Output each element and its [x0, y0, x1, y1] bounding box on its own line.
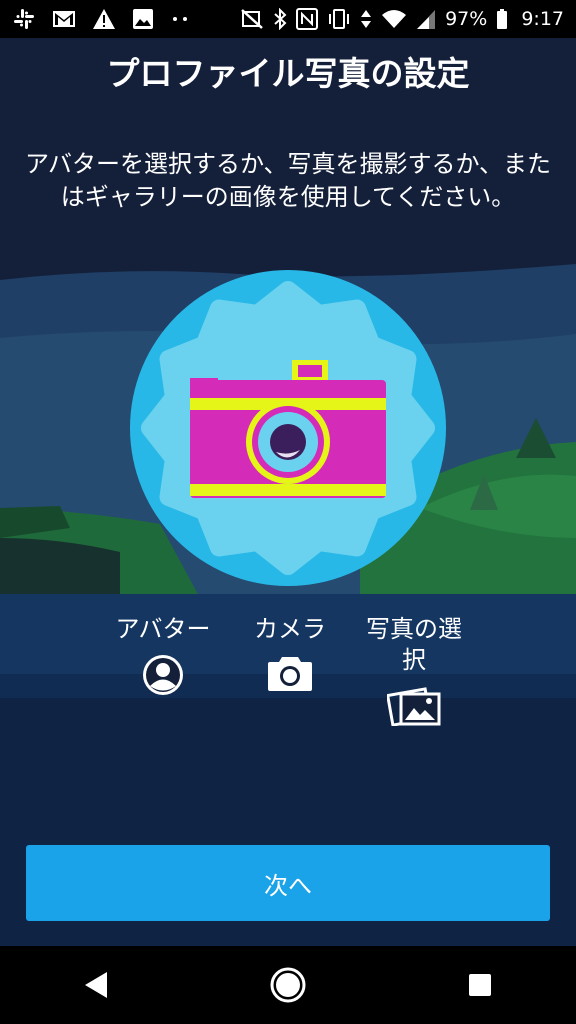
- gallery-option[interactable]: 写真の選択: [354, 614, 474, 726]
- camera-option[interactable]: カメラ: [242, 614, 338, 693]
- battery-icon: [496, 8, 508, 30]
- camera-option-label: カメラ: [254, 615, 326, 643]
- account-circle-icon: [143, 655, 183, 695]
- gallery-option-label: 写真の選択: [366, 615, 462, 674]
- home-icon: [270, 967, 306, 1003]
- clock-time: 9:17: [521, 8, 564, 30]
- photo-library-icon: [387, 687, 441, 726]
- cell-signal-icon: [416, 8, 436, 30]
- back-button[interactable]: [56, 946, 136, 1024]
- battery-percent: 97%: [445, 8, 488, 30]
- wifi-icon: [381, 8, 407, 30]
- page-subtitle: アバターを選択するか、写真を撮影するか、またはギャラリーの画像を使用してください…: [24, 150, 552, 211]
- status-bar: 97% 9:17: [0, 0, 576, 38]
- data-arrows-icon: [360, 8, 372, 30]
- warning-icon: [92, 8, 116, 30]
- gmail-icon: [52, 9, 76, 29]
- avatar-option-label: アバター: [115, 615, 211, 643]
- camera-illustration: [130, 270, 446, 586]
- status-right: 97% 9:17: [240, 8, 564, 30]
- image-icon: [132, 8, 154, 30]
- recents-button[interactable]: [440, 946, 520, 1024]
- camera-small-icon: [268, 657, 312, 691]
- navigation-bar: [0, 946, 576, 1024]
- more-dots-icon: [170, 15, 190, 23]
- signal-off-icon: [240, 8, 264, 30]
- next-button[interactable]: 次へ: [26, 845, 550, 921]
- back-icon: [85, 972, 107, 998]
- photo-source-options: アバター カメラ 写真の選択: [0, 614, 576, 744]
- status-left: [12, 7, 240, 31]
- bluetooth-icon: [273, 8, 287, 30]
- page-title: プロファイル写真の設定: [106, 54, 470, 93]
- recents-icon: [469, 974, 491, 996]
- profile-photo-screen: プロファイル写真の設定 アバターを選択するか、写真を撮影するか、またはギャラリー…: [0, 38, 576, 946]
- slack-icon: [12, 7, 36, 31]
- vibrate-icon: [327, 8, 351, 30]
- home-button[interactable]: [248, 946, 328, 1024]
- avatar-option[interactable]: アバター: [106, 614, 220, 697]
- nfc-icon: [296, 8, 319, 30]
- camera-icon: [190, 360, 386, 498]
